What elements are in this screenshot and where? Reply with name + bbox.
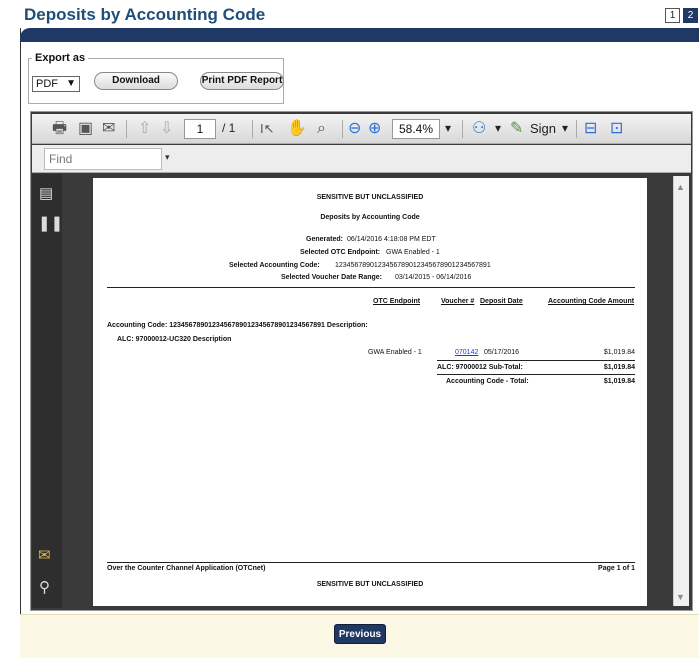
voucher-link[interactable]: 070142 — [455, 349, 478, 356]
footer-app-name: Over the Counter Channel Application (OT… — [107, 565, 266, 572]
chevron-down-icon: ▼ — [66, 78, 76, 89]
page-up-icon[interactable]: ⇧ — [138, 119, 151, 139]
col-accounting-code-amount: Accounting Code Amount — [548, 298, 635, 305]
download-button[interactable]: Download — [94, 72, 178, 90]
subtotal-divider — [437, 360, 635, 361]
hand-tool-icon[interactable]: ✋ — [287, 119, 307, 139]
viewer-scrollbar[interactable] — [673, 176, 689, 606]
zoom-dropdown-icon[interactable]: ▾ — [445, 121, 451, 135]
export-legend: Export as — [32, 52, 89, 64]
sign-label[interactable]: Sign — [530, 121, 556, 136]
toolbar-divider — [252, 120, 253, 138]
toolbar-divider — [462, 120, 463, 138]
page-tab-2[interactable]: 2 — [683, 8, 698, 23]
scroll-down-icon[interactable]: ▼ — [676, 592, 685, 602]
zoom-level-input[interactable]: 58.4% — [392, 119, 440, 139]
classification-bottom: SENSITIVE BUT UNCLASSIFIED — [316, 581, 424, 588]
alc-subtotal-value: $1,019.84 — [603, 364, 635, 371]
col-deposit-date: Deposit Date — [480, 298, 523, 305]
toolbar-divider — [126, 120, 127, 138]
detail-deposit-date: 05/17/2016 — [484, 349, 520, 356]
accounting-code-row: Accounting Code: 12345678901234567890123… — [107, 322, 368, 329]
pdf-toolbar: 🖶 ▣ ✉ ⇧ ⇩ 1 / 1 I↖ ✋ ⌕ ⊖ ⊕ 58.4% ▾ ⚇ ▾ ✎… — [32, 114, 691, 144]
comments-icon[interactable]: ✉ — [38, 546, 51, 564]
toolbar-divider — [576, 120, 577, 138]
header-divider — [107, 287, 635, 288]
bookmarks-icon[interactable]: ❚❚ — [38, 214, 63, 232]
accounting-code-value: 1234567890123456789012345678901234567891 — [335, 262, 491, 269]
share-dropdown-icon[interactable]: ▾ — [495, 121, 501, 135]
export-format-select[interactable]: PDF ▼ — [32, 76, 80, 92]
footer-divider — [107, 562, 635, 563]
footer-page-number: Page 1 of 1 — [598, 565, 635, 572]
zoom-in-icon[interactable]: ⊕ — [368, 119, 381, 139]
select-tool-icon[interactable]: I↖ — [260, 119, 275, 139]
toolbar-divider — [342, 120, 343, 138]
find-input[interactable]: Find — [44, 148, 162, 170]
fit-width-icon[interactable]: ⊟ — [584, 119, 597, 139]
otc-endpoint-value: GWA Enabled - 1 — [386, 249, 440, 256]
detail-endpoint: GWA Enabled - 1 — [368, 349, 422, 356]
classification-top: SENSITIVE BUT UNCLASSIFIED — [316, 194, 424, 201]
page-title: Deposits by Accounting Code — [24, 5, 266, 24]
page-tab-1[interactable]: 1 — [665, 8, 680, 23]
pages-panel-icon[interactable]: ▤ — [39, 184, 53, 202]
fit-page-icon[interactable]: ⊡ — [610, 119, 623, 139]
share-icon[interactable]: ⚇ — [472, 119, 486, 139]
voucher-range-label: Selected Voucher Date Range: — [281, 274, 383, 281]
col-voucher: Voucher # — [441, 298, 475, 305]
detail-amount: $1,019.84 — [603, 349, 635, 356]
code-total-label: Accounting Code - Total: — [446, 378, 529, 385]
total-divider — [437, 374, 635, 375]
page-total: / 1 — [222, 121, 236, 135]
header-band — [20, 28, 699, 42]
pen-icon[interactable]: ✎ — [510, 119, 523, 139]
otc-endpoint-label: Selected OTC Endpoint: — [300, 249, 381, 256]
print-icon[interactable]: 🖶 — [52, 119, 67, 139]
voucher-range-value: 03/14/2015 - 06/14/2016 — [395, 274, 472, 281]
previous-button[interactable]: Previous — [334, 624, 386, 644]
alc-row: ALC: 97000012-UC320 Description — [117, 336, 232, 343]
export-format-value: PDF — [36, 78, 58, 90]
code-total-value: $1,019.84 — [603, 378, 635, 385]
generated-label: Generated: — [306, 236, 343, 243]
save-icon[interactable]: ▣ — [78, 119, 93, 139]
generated-value: 06/14/2016 4:18:08 PM EDT — [347, 236, 436, 243]
page-number-input[interactable]: 1 — [184, 119, 216, 139]
report-title: Deposits by Accounting Code — [320, 214, 420, 221]
scroll-up-icon[interactable]: ▲ — [676, 182, 685, 192]
alc-subtotal-label: ALC: 97000012 Sub-Total: — [437, 364, 523, 371]
page-tabs: 1 2 — [665, 8, 699, 24]
page-down-icon[interactable]: ⇩ — [160, 119, 173, 139]
print-pdf-report-button[interactable]: Print PDF Report — [200, 72, 284, 90]
col-otc-endpoint: OTC Endpoint — [373, 298, 421, 305]
email-icon[interactable]: ✉ — [102, 119, 115, 139]
viewer-side-rail — [32, 174, 62, 608]
title-bar: Deposits by Accounting Code 1 2 — [0, 0, 699, 30]
find-dropdown-icon[interactable]: ▾ — [165, 152, 170, 163]
attachments-icon[interactable]: ⚲ — [39, 578, 50, 596]
accounting-code-label: Selected Accounting Code: — [229, 262, 320, 269]
sign-dropdown-icon[interactable]: ▾ — [562, 121, 568, 135]
zoom-out-icon[interactable]: ⊖ — [348, 119, 361, 139]
marquee-zoom-icon[interactable]: ⌕ — [317, 119, 326, 139]
